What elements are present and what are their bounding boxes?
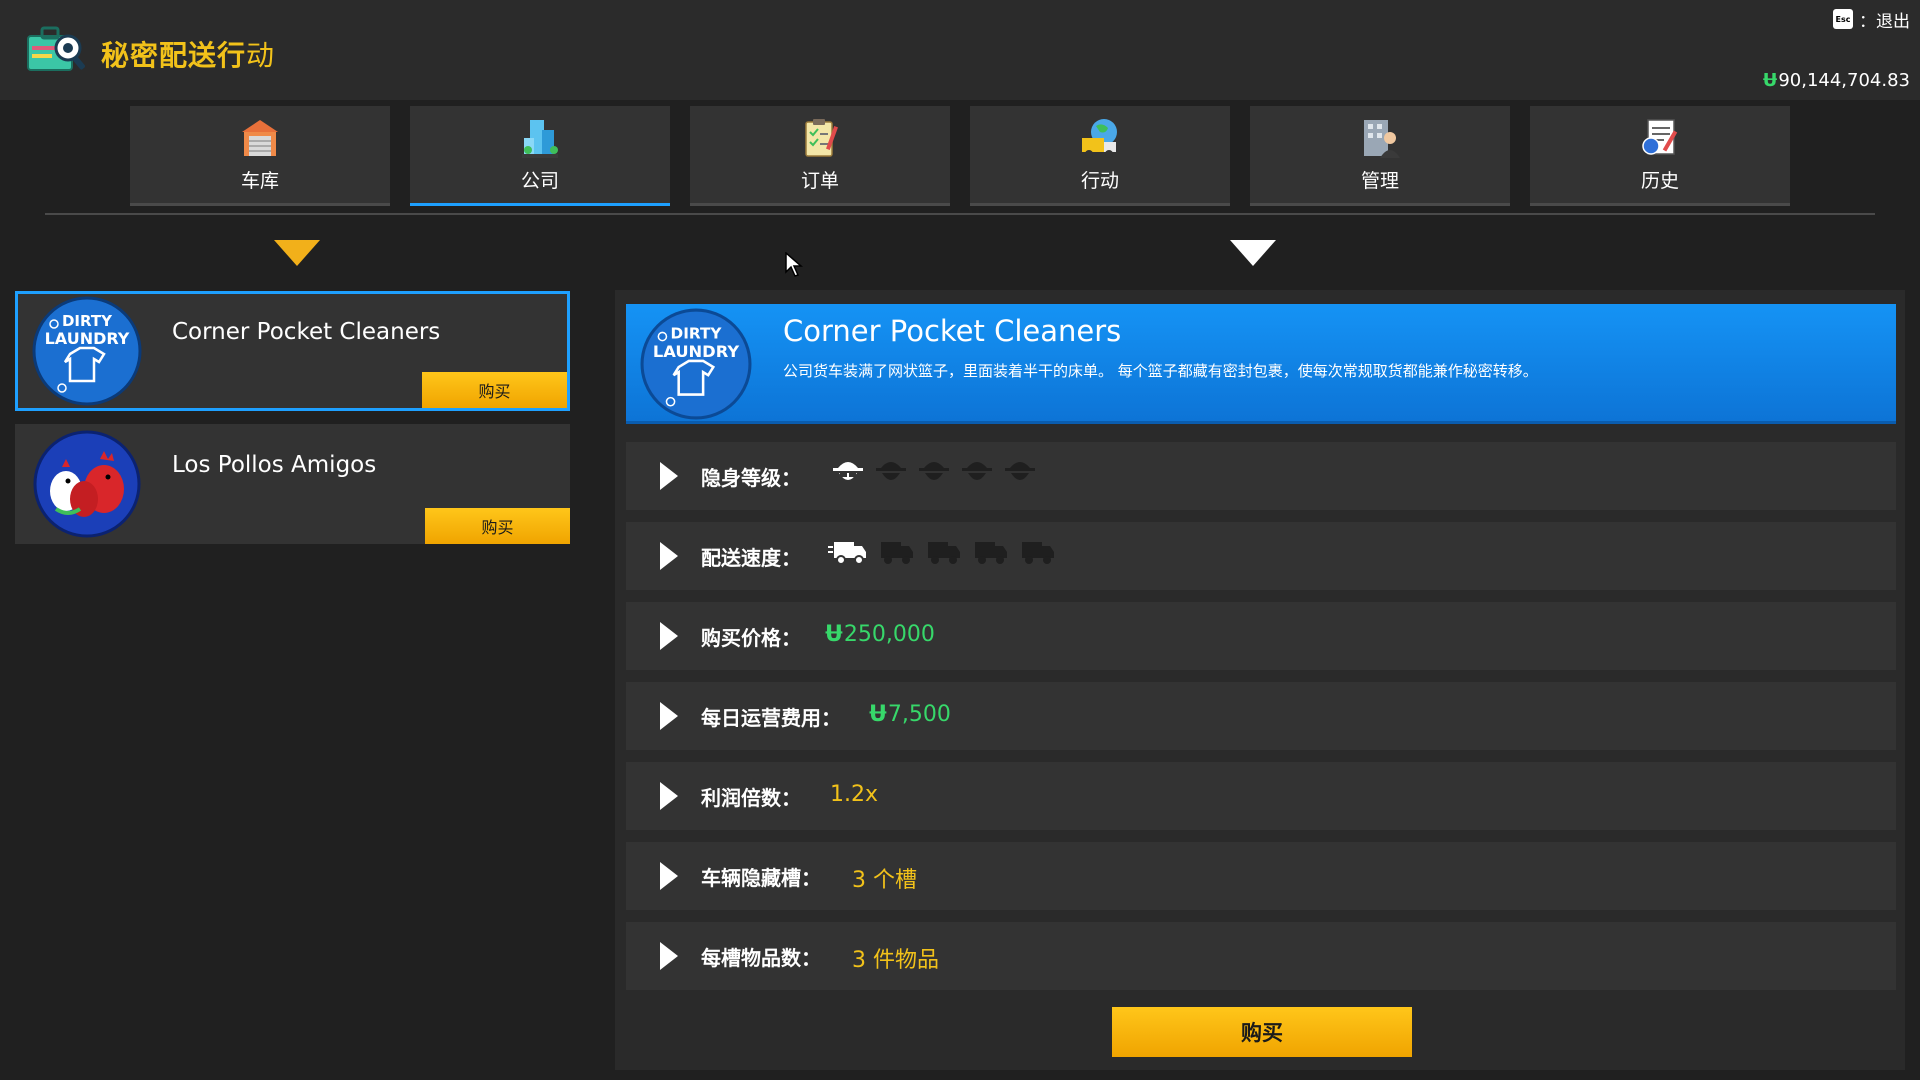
- balance-display: Ʉ 90,144,704.83: [1763, 70, 1910, 91]
- expand-arrow-icon: [660, 782, 678, 810]
- garage-icon: [242, 120, 278, 156]
- balance-value: 90,144,704.83: [1778, 70, 1910, 91]
- delivery-van-icon: [881, 542, 913, 564]
- management-office-icon: [1364, 120, 1400, 158]
- expand-arrow-icon: [660, 622, 678, 650]
- delivery-van-icon: [928, 542, 960, 564]
- buy-button[interactable]: 购买: [422, 372, 567, 408]
- company-title: Corner Pocket Cleaners: [783, 314, 1122, 348]
- delivery-van-icon: [828, 542, 866, 565]
- profit-multiplier: 1.2x: [830, 782, 879, 807]
- operation-truck-icon: [1082, 119, 1117, 158]
- stat-label: 每槽物品数：: [701, 946, 821, 970]
- delivery-van-icon: [975, 542, 1007, 564]
- tabs-divider: [45, 213, 1875, 215]
- expand-arrow-icon: [660, 462, 678, 490]
- exit-hint[interactable]: Esc ：退出: [1833, 6, 1910, 32]
- currency-icon: Ʉ: [869, 702, 887, 727]
- spy-hat-icon: [833, 462, 863, 480]
- company-name: Los Pollos Amigos: [172, 452, 377, 478]
- daily-operating-cost: Ʉ7,500: [869, 702, 951, 727]
- items-per-slot: 3 件物品: [852, 948, 939, 973]
- stat-label: 购买价格：: [701, 626, 801, 650]
- tab-label: 行动: [1080, 170, 1119, 192]
- expand-arrow-icon: [660, 942, 678, 970]
- delivery-van-icon: [1022, 542, 1054, 564]
- history-document-icon: [1642, 119, 1678, 155]
- tab-label: 历史: [1640, 170, 1679, 192]
- tab-label: 公司: [520, 170, 559, 192]
- company-description: 公司货车装满了网状篮子，里面装着半干的床单。 每个篮子都藏有密封包裹，使每次常规…: [783, 362, 1538, 380]
- company-card-los-pollos[interactable]: Los Pollos Amigos 购买: [15, 424, 570, 544]
- currency-icon: Ʉ: [825, 622, 843, 647]
- expand-arrow-icon: [660, 862, 678, 890]
- dirty-laundry-logo: DIRTY LAUNDRY: [640, 308, 752, 420]
- tab-history[interactable]: 历史: [1530, 106, 1790, 206]
- stat-label: 配送速度：: [701, 546, 801, 570]
- order-clipboard-icon: [805, 119, 838, 157]
- tab-label: 管理: [1360, 170, 1399, 192]
- spy-hat-icon: [876, 462, 906, 480]
- chickens-logo: [33, 430, 141, 538]
- hidden-slots: 3 个槽: [852, 868, 917, 893]
- svg-text:LAUNDRY: LAUNDRY: [653, 342, 739, 361]
- spy-hat-icon: [1005, 462, 1035, 480]
- dirty-laundry-logo: DIRTY LAUNDRY: [32, 296, 142, 406]
- stat-row-daily-cost[interactable]: 每日运营费用： Ʉ7,500: [626, 682, 1896, 750]
- stat-row-items[interactable]: 每槽物品数： 3 件物品: [626, 922, 1896, 990]
- stat-row-slots[interactable]: 车辆隐藏槽： 3 个槽: [626, 842, 1896, 910]
- speed-rating: [828, 534, 1056, 568]
- caret-down-icon: [1230, 240, 1276, 266]
- main-tabs: 车库 公司 订单 行动 管理 历史: [130, 106, 1790, 206]
- top-header: 秘密配送行动 Esc ：退出 Ʉ 90,144,704.83: [0, 0, 1920, 100]
- mouse-cursor-icon: [785, 252, 803, 277]
- briefcase-spy-icon: [27, 26, 85, 71]
- app-title: 秘密配送行动: [101, 39, 276, 72]
- tab-company[interactable]: 公司: [410, 106, 670, 206]
- stat-row-stealth[interactable]: 隐身等级：: [626, 442, 1896, 510]
- stat-label: 利润倍数：: [701, 786, 801, 810]
- stat-row-price[interactable]: 购买价格： Ʉ250,000: [626, 602, 1896, 670]
- esc-key-icon: Esc: [1833, 9, 1853, 29]
- spy-hat-icon: [962, 462, 992, 480]
- purchase-price: Ʉ250,000: [825, 622, 935, 647]
- expand-arrow-icon: [660, 542, 678, 570]
- tab-orders[interactable]: 订单: [690, 106, 950, 206]
- expand-arrow-icon: [660, 702, 678, 730]
- tab-label: 车库: [240, 170, 279, 192]
- stat-row-speed[interactable]: 配送速度：: [626, 522, 1896, 590]
- stat-label: 每日运营费用：: [701, 706, 841, 730]
- tab-operations[interactable]: 行动: [970, 106, 1230, 206]
- tab-label: 订单: [800, 170, 839, 192]
- caret-down-icon: [274, 240, 320, 266]
- tab-management[interactable]: 管理: [1250, 106, 1510, 206]
- svg-text:DIRTY: DIRTY: [62, 312, 113, 330]
- company-detail-header: DIRTY LAUNDRY Corner Pocket Cleaners 公司货…: [626, 304, 1896, 424]
- stat-row-profit[interactable]: 利润倍数： 1.2x: [626, 762, 1896, 830]
- company-building-icon: [522, 120, 558, 158]
- currency-icon: Ʉ: [1762, 70, 1778, 91]
- stat-label: 隐身等级：: [701, 466, 801, 490]
- buy-button[interactable]: 购买: [425, 508, 570, 544]
- company-name: Corner Pocket Cleaners: [172, 319, 441, 345]
- svg-text:LAUNDRY: LAUNDRY: [45, 329, 130, 348]
- stealth-rating: [831, 454, 1037, 488]
- spy-hat-icon: [919, 462, 949, 480]
- exit-label: ：退出: [1859, 11, 1910, 32]
- tab-garage[interactable]: 车库: [130, 106, 390, 206]
- buy-company-button[interactable]: 购买: [1112, 1007, 1412, 1057]
- svg-text:DIRTY: DIRTY: [671, 325, 723, 343]
- company-card-corner-pocket[interactable]: DIRTY LAUNDRY Corner Pocket Cleaners 购买: [15, 291, 570, 411]
- stat-label: 车辆隐藏槽：: [701, 866, 821, 890]
